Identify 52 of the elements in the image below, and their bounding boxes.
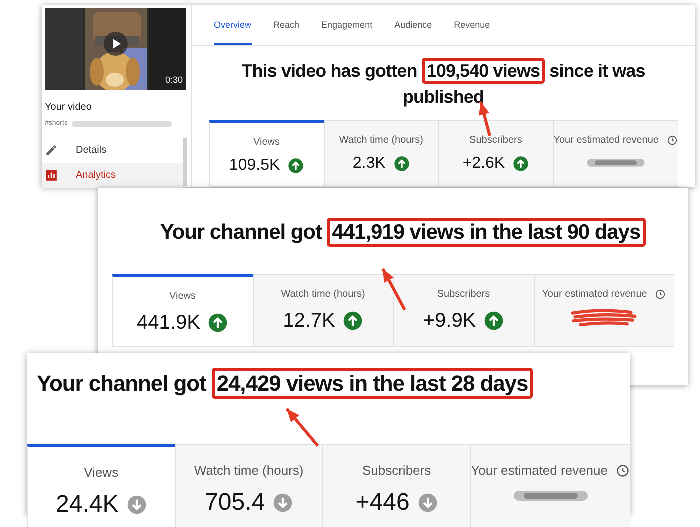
metric-card[interactable]: Subscribers +9.9K (393, 274, 534, 347)
metric-value: +2.6K (462, 154, 506, 174)
metric-label: Views (254, 136, 280, 150)
metric-card[interactable]: Watch time (hours) 12.7K (252, 274, 393, 347)
metric-value: 12.7K (283, 309, 336, 334)
metric-label: Views (84, 464, 119, 482)
metric-card[interactable]: Subscribers +446 (322, 444, 470, 527)
metric-card[interactable]: Views 109.5K (209, 120, 324, 187)
clock-icon (667, 135, 678, 146)
metric-label: Subscribers (437, 288, 490, 302)
tab[interactable]: Reach (274, 18, 300, 45)
metric-label: Your estimated revenue (471, 462, 608, 480)
arrow-drawing (285, 407, 320, 448)
nav-item[interactable]: Details (42, 138, 183, 162)
metric-value: 441.9K (137, 311, 200, 336)
metric-card[interactable]: Watch time (hours) 2.3K (324, 120, 438, 187)
arrow-drawing (381, 267, 407, 312)
metric-card[interactable]: Views 24.4K (27, 444, 175, 527)
metric-value: +9.9K (423, 309, 476, 334)
video-duration: 0:30 (165, 74, 183, 86)
metric-card[interactable]: Watch time (hours) 705.4 (174, 444, 322, 527)
metric-card[interactable]: Your estimated revenue (552, 120, 678, 187)
metric-label: Watch time (hours) (281, 288, 366, 302)
headline: This video has gotten 109,540 views since it was published (192, 58, 695, 110)
tab[interactable]: Revenue (454, 18, 490, 45)
metric-label: Your estimated revenue (542, 288, 648, 302)
sidebar-title: Your video (45, 101, 93, 115)
metric-card[interactable]: Your estimated revenue (470, 444, 630, 527)
clock-icon (655, 289, 666, 300)
metric-value: 109.5K (229, 156, 280, 176)
metric-card[interactable]: Subscribers +2.6K (438, 120, 553, 187)
chart-icon (45, 168, 58, 182)
metric-label: Watch time (hours) (339, 134, 424, 148)
nav-item[interactable]: Analytics (42, 162, 183, 188)
metric-label: Watch time (hours) (194, 462, 304, 480)
metric-card[interactable]: Your estimated revenue (534, 274, 674, 347)
metric-card[interactable]: Views 441.9K (112, 274, 252, 347)
metric-label: Views (170, 290, 196, 304)
metric-label: Your estimated revenue (554, 134, 659, 148)
metric-label: Subscribers (470, 134, 522, 148)
metric-value: 24.4K (56, 490, 119, 520)
tab[interactable]: Overview (214, 18, 252, 45)
pencil-icon (45, 144, 58, 156)
metric-value: 705.4 (205, 488, 266, 518)
clock-icon (616, 464, 630, 478)
metric-value: 2.3K (352, 154, 386, 174)
tab[interactable]: Audience (394, 18, 432, 45)
metric-label: Subscribers (362, 462, 432, 480)
scrollbar[interactable] (183, 138, 187, 186)
tab[interactable]: Engagement (322, 18, 373, 45)
play-icon[interactable] (104, 32, 128, 56)
metric-value: +446 (356, 488, 410, 518)
